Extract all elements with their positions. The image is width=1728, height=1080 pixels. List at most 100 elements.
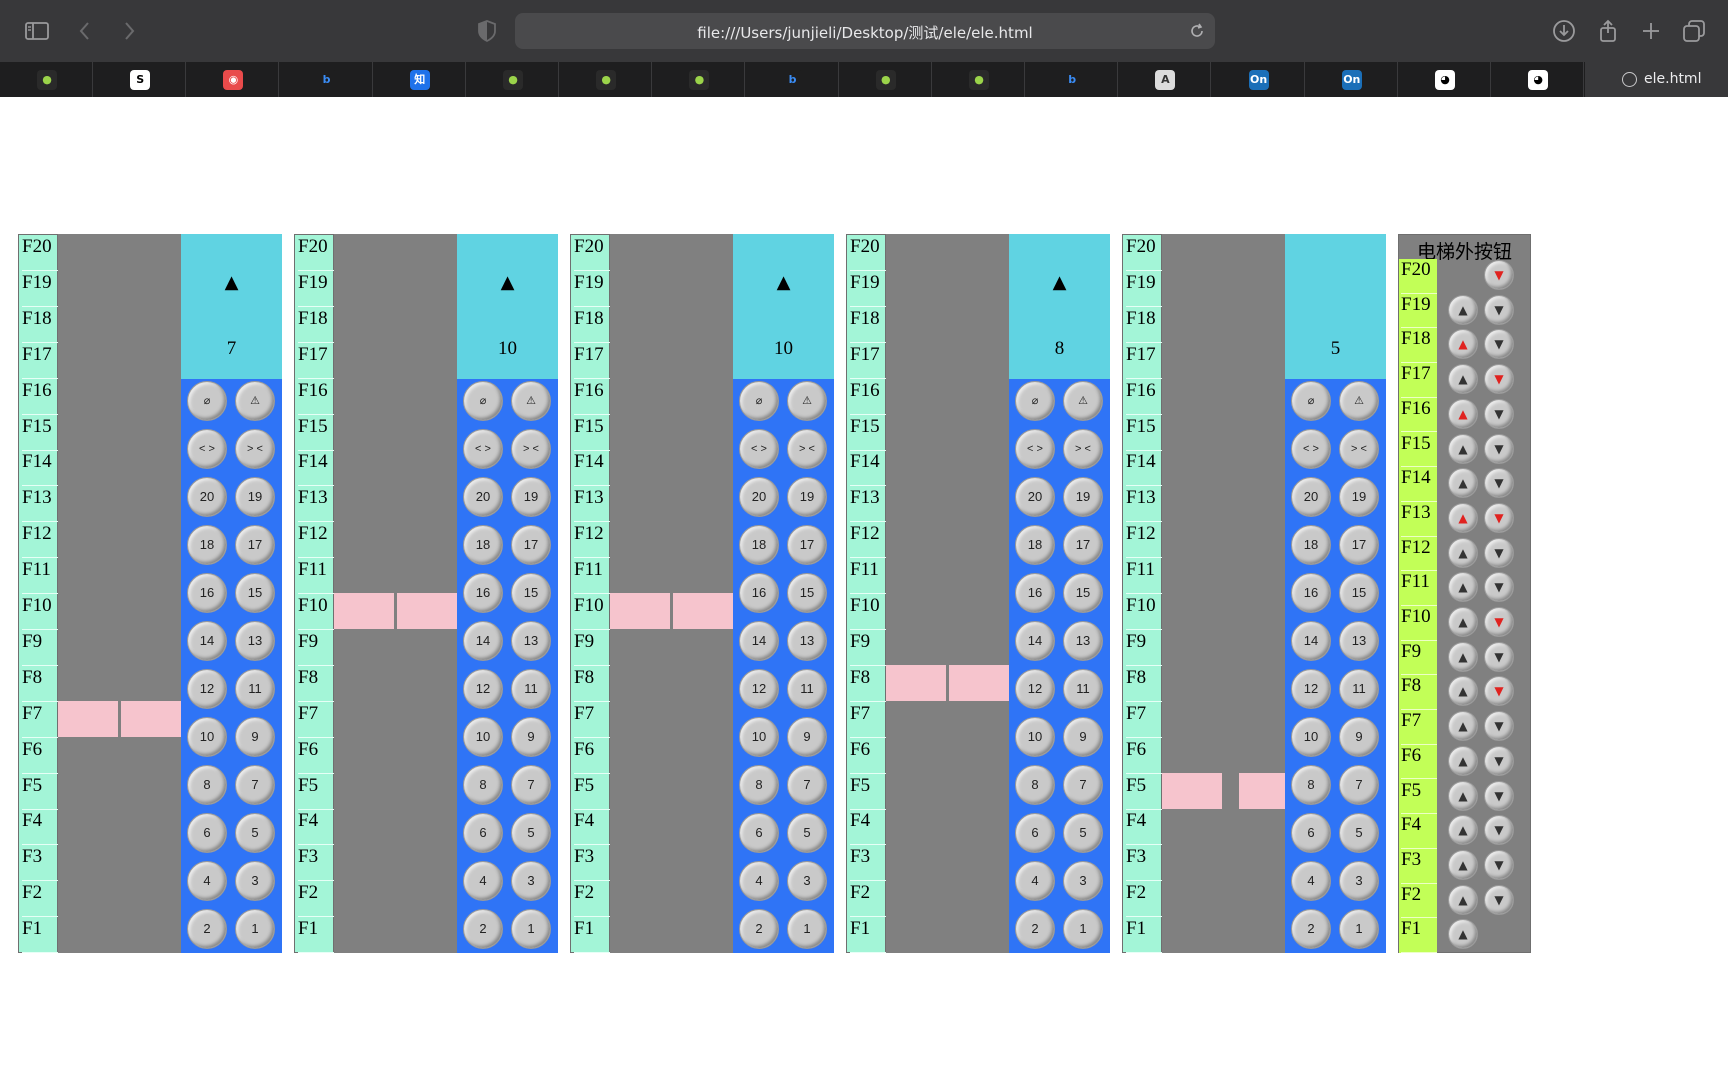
floor-button-19[interactable]: 19 (511, 477, 551, 517)
favorite-tab[interactable]: On (1212, 62, 1305, 97)
call-down-button[interactable]: ▼ (1484, 364, 1514, 395)
floor-button-14[interactable]: 14 (187, 621, 227, 661)
call-up-button[interactable]: ▲ (1448, 329, 1478, 360)
floor-button-15[interactable]: 15 (511, 573, 551, 613)
call-down-button[interactable]: ▼ (1484, 398, 1514, 429)
floor-button-11[interactable]: 11 (511, 669, 551, 709)
door-close-button[interactable]: > < (235, 429, 275, 469)
floor-button-5[interactable]: 5 (235, 813, 275, 853)
floor-button-16[interactable]: 16 (463, 573, 503, 613)
floor-button-12[interactable]: 12 (1015, 669, 1055, 709)
door-close-button[interactable]: > < (787, 429, 827, 469)
call-up-button[interactable]: ▲ (1448, 676, 1478, 707)
door-close-button[interactable]: > < (511, 429, 551, 469)
floor-button-1[interactable]: 1 (235, 909, 275, 949)
alarm-button[interactable]: ⚠ (235, 381, 275, 421)
floor-button-4[interactable]: 4 (739, 861, 779, 901)
call-up-button[interactable]: ▲ (1448, 364, 1478, 395)
door-close-button[interactable]: > < (1339, 429, 1379, 469)
floor-button-10[interactable]: 10 (1291, 717, 1331, 757)
floor-button-14[interactable]: 14 (1015, 621, 1055, 661)
favorite-tab[interactable]: 知 (373, 62, 466, 97)
floor-button-8[interactable]: 8 (1015, 765, 1055, 805)
door-hold-button[interactable]: ⌀ (187, 381, 227, 421)
floor-button-18[interactable]: 18 (463, 525, 503, 565)
floor-button-6[interactable]: 6 (1015, 813, 1055, 853)
floor-button-15[interactable]: 15 (235, 573, 275, 613)
floor-button-7[interactable]: 7 (1339, 765, 1379, 805)
call-up-button[interactable]: ▲ (1448, 607, 1478, 637)
call-down-button[interactable]: ▼ (1484, 745, 1514, 776)
floor-button-11[interactable]: 11 (787, 669, 827, 709)
floor-button-13[interactable]: 13 (235, 621, 275, 661)
alarm-button[interactable]: ⚠ (1339, 381, 1379, 421)
call-up-button[interactable]: ▲ (1448, 711, 1478, 742)
floor-button-5[interactable]: 5 (511, 813, 551, 853)
floor-button-14[interactable]: 14 (463, 621, 503, 661)
floor-button-18[interactable]: 18 (739, 525, 779, 565)
floor-button-1[interactable]: 1 (511, 909, 551, 949)
floor-button-10[interactable]: 10 (187, 717, 227, 757)
floor-button-4[interactable]: 4 (463, 861, 503, 901)
call-up-button[interactable]: ▲ (1448, 884, 1478, 915)
privacy-shield-icon[interactable] (474, 18, 500, 44)
favorite-tab[interactable]: ● (932, 62, 1025, 97)
floor-button-11[interactable]: 11 (1063, 669, 1103, 709)
floor-button-11[interactable]: 11 (235, 669, 275, 709)
door-close-button[interactable]: > < (1063, 429, 1103, 469)
alarm-button[interactable]: ⚠ (511, 381, 551, 421)
floor-button-20[interactable]: 20 (1015, 477, 1055, 517)
call-down-button[interactable]: ▼ (1484, 780, 1514, 811)
floor-button-5[interactable]: 5 (787, 813, 827, 853)
call-up-button[interactable]: ▲ (1448, 745, 1478, 776)
floor-button-4[interactable]: 4 (187, 861, 227, 901)
call-down-button[interactable]: ▼ (1484, 849, 1514, 880)
floor-button-19[interactable]: 19 (235, 477, 275, 517)
favorite-tab[interactable]: ● (0, 62, 93, 97)
call-down-button[interactable]: ▼ (1484, 468, 1514, 499)
floor-button-12[interactable]: 12 (187, 669, 227, 709)
call-down-button[interactable]: ▼ (1484, 572, 1514, 603)
floor-button-15[interactable]: 15 (1339, 573, 1379, 613)
floor-button-20[interactable]: 20 (1291, 477, 1331, 517)
back-icon[interactable] (72, 18, 98, 44)
floor-button-8[interactable]: 8 (187, 765, 227, 805)
door-open-button[interactable]: < > (1015, 429, 1055, 469)
floor-button-10[interactable]: 10 (463, 717, 503, 757)
floor-button-1[interactable]: 1 (1339, 909, 1379, 949)
sidebar-icon[interactable] (24, 18, 50, 44)
tab-overview-icon[interactable] (1681, 18, 1707, 44)
floor-button-5[interactable]: 5 (1339, 813, 1379, 853)
floor-button-13[interactable]: 13 (1339, 621, 1379, 661)
favorite-tab[interactable]: b (746, 62, 839, 97)
new-tab-icon[interactable] (1638, 18, 1664, 44)
floor-button-16[interactable]: 16 (1015, 573, 1055, 613)
floor-button-4[interactable]: 4 (1291, 861, 1331, 901)
call-down-button[interactable]: ▼ (1484, 711, 1514, 742)
floor-button-1[interactable]: 1 (787, 909, 827, 949)
floor-button-9[interactable]: 9 (1063, 717, 1103, 757)
favorite-tab[interactable]: ● (466, 62, 559, 97)
floor-button-17[interactable]: 17 (787, 525, 827, 565)
floor-button-17[interactable]: 17 (1339, 525, 1379, 565)
floor-button-20[interactable]: 20 (463, 477, 503, 517)
door-hold-button[interactable]: ⌀ (463, 381, 503, 421)
reload-icon[interactable] (1187, 21, 1207, 41)
favorite-tab[interactable]: ◉ (186, 62, 280, 97)
floor-button-9[interactable]: 9 (235, 717, 275, 757)
call-up-button[interactable]: ▲ (1448, 502, 1478, 533)
call-down-button[interactable]: ▼ (1484, 260, 1514, 290)
door-hold-button[interactable]: ⌀ (739, 381, 779, 421)
floor-button-2[interactable]: 2 (1015, 909, 1055, 949)
call-up-button[interactable]: ▲ (1448, 572, 1478, 603)
floor-button-12[interactable]: 12 (739, 669, 779, 709)
floor-button-20[interactable]: 20 (739, 477, 779, 517)
floor-button-3[interactable]: 3 (1063, 861, 1103, 901)
call-down-button[interactable]: ▼ (1484, 502, 1514, 533)
address-bar[interactable]: file:///Users/junjieli/Desktop/测试/ele/el… (515, 13, 1215, 49)
call-down-button[interactable]: ▼ (1484, 607, 1514, 637)
floor-button-17[interactable]: 17 (1063, 525, 1103, 565)
floor-button-13[interactable]: 13 (511, 621, 551, 661)
floor-button-3[interactable]: 3 (235, 861, 275, 901)
floor-button-19[interactable]: 19 (1063, 477, 1103, 517)
